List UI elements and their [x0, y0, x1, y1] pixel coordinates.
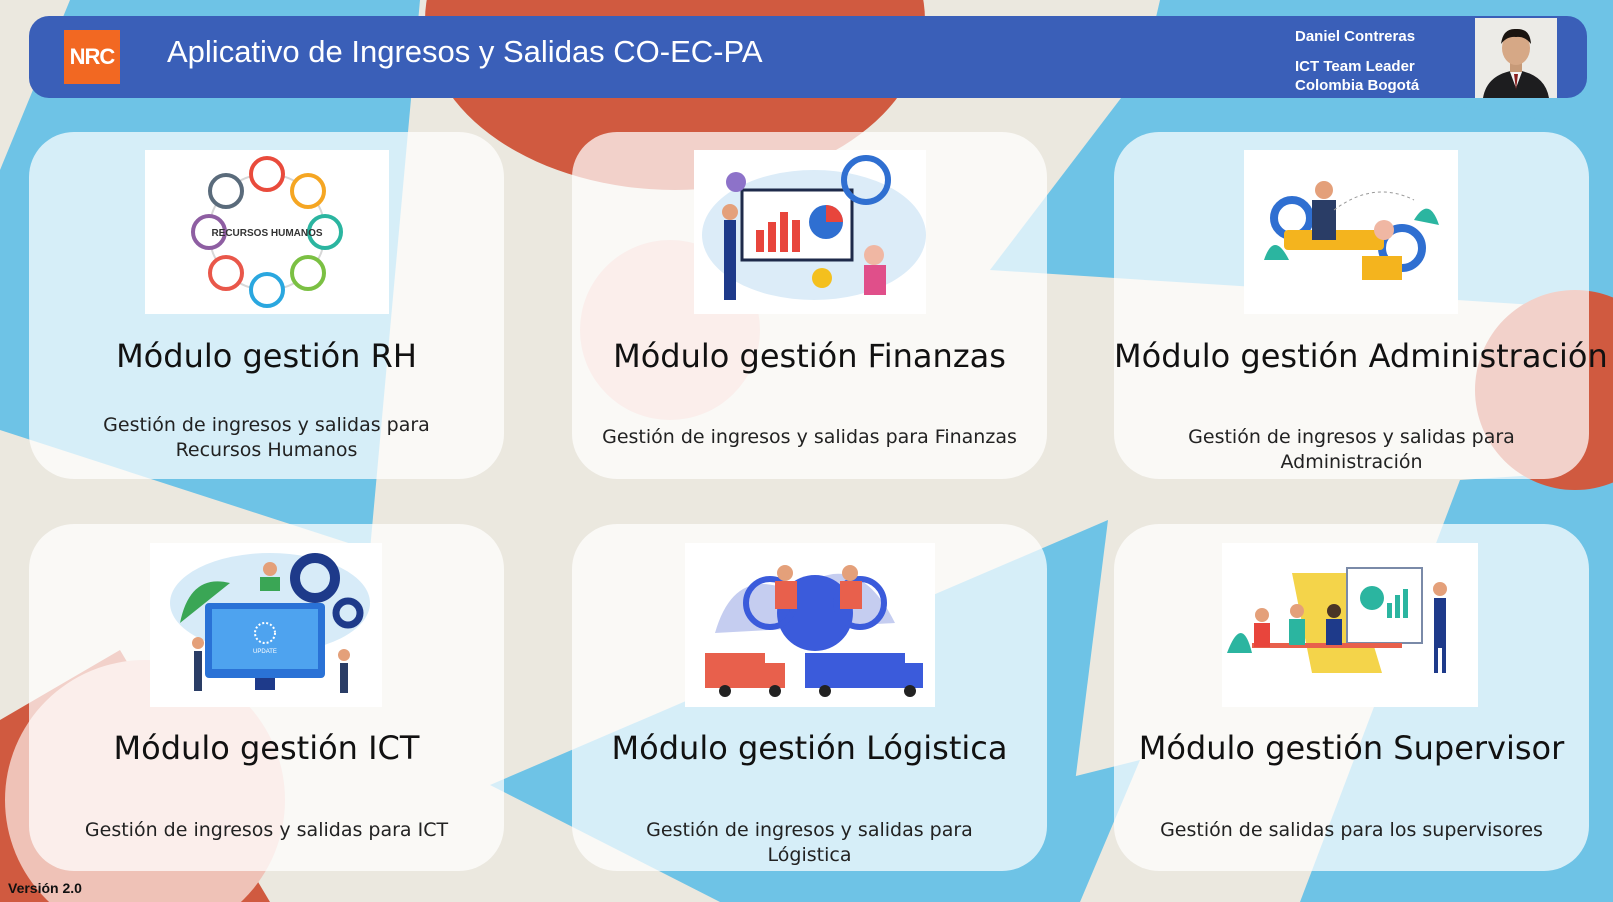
administracion-illustration — [1244, 150, 1458, 314]
module-title: Módulo gestión RH — [116, 337, 417, 375]
module-card-finanzas[interactable]: Módulo gestión Finanzas Gestión de ingre… — [572, 132, 1047, 479]
user-name: Daniel Contreras — [1295, 28, 1416, 45]
module-description: Gestión de ingresos y salidas para Recur… — [103, 414, 430, 461]
module-title: Módulo gestión ICT — [113, 729, 420, 767]
module-card-administracion[interactable]: Módulo gestión Administración Gestión de… — [1114, 132, 1608, 479]
supervisor-illustration — [1222, 543, 1478, 707]
app-header: NRC Aplicativo de Ingresos y Salidas CO-… — [29, 16, 1587, 98]
rh-illustration: RECURSOS HUMANOS — [145, 150, 389, 314]
logistica-illustration — [685, 543, 935, 707]
finanzas-illustration — [694, 150, 926, 314]
module-description: Gestión de ingresos y salidas para Lógis… — [646, 819, 973, 866]
nrc-logo: NRC — [64, 30, 120, 84]
module-card-supervisor[interactable]: Módulo gestión Supervisor Gestión de sal… — [1114, 524, 1589, 871]
module-card-ict[interactable]: UPDATE Módulo gestión ICT Gestión de ing… — [29, 524, 504, 871]
module-description: Gestión de ingresos y salidas para Admin… — [1188, 426, 1515, 473]
module-title: Módulo gestión Lógistica — [611, 729, 1008, 767]
module-title: Módulo gestión Administración — [1114, 337, 1608, 375]
user-location: Colombia Bogotá — [1295, 77, 1420, 94]
ict-illustration: UPDATE — [150, 543, 382, 707]
module-card-rh[interactable]: RECURSOS HUMANOS Módulo gestión RH Gesti… — [29, 132, 504, 479]
module-description: Gestión de salidas para los supervisores — [1160, 819, 1543, 841]
ict-image-label: UPDATE — [253, 649, 277, 655]
module-card-logistica[interactable]: Módulo gestión Lógistica Gestión de ingr… — [572, 524, 1047, 871]
module-description: Gestión de ingresos y salidas para Finan… — [602, 426, 1017, 448]
user-avatar — [1475, 18, 1557, 98]
module-title: Módulo gestión Finanzas — [613, 337, 1006, 375]
app-version: Versión 2.0 — [8, 880, 82, 896]
user-role: ICT Team Leader — [1295, 58, 1415, 75]
rh-image-label: RECURSOS HUMANOS — [211, 228, 322, 239]
app-title: Aplicativo de Ingresos y Salidas CO-EC-P… — [167, 34, 763, 69]
module-description: Gestión de ingresos y salidas para ICT — [84, 819, 449, 841]
module-title: Módulo gestión Supervisor — [1138, 729, 1565, 767]
